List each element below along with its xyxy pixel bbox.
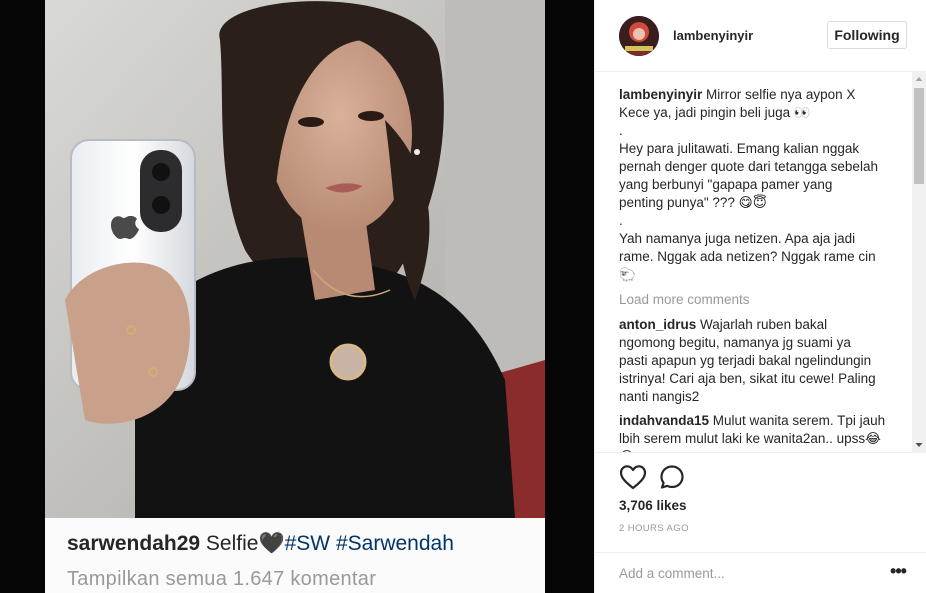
caption-line: pernah denger quote dari tetangga sebela…: [619, 159, 878, 174]
avatar-image: [619, 16, 659, 56]
comment-line: ngomong begitu, namanya jg suami ya: [619, 335, 851, 350]
caption-line: penting punya" ??? 😋😇: [619, 195, 767, 210]
post-photo[interactable]: [45, 0, 545, 518]
comment-username[interactable]: indahvanda15: [619, 413, 709, 428]
comment-line: Mulut wanita serem. Tpi jauh: [712, 413, 886, 428]
more-options-icon[interactable]: •••: [887, 561, 909, 585]
post-actions: 3,706 likes 2 HOURS AGO: [595, 452, 926, 552]
embedded-caption-line: sarwendah29 Selfie🖤#SW #Sarwendah: [67, 532, 454, 556]
comment-first-line: indahvanda15 Mulut wanita serem. Tpi jau…: [619, 412, 895, 430]
caption-line: Hey para julitawati. Emang kalian nggak: [619, 141, 860, 156]
caption-username[interactable]: lambenyinyir: [619, 87, 702, 102]
header-username[interactable]: lambenyinyir: [673, 28, 753, 43]
comment-first-line: anton_idrus Wajarlah ruben bakal: [619, 316, 895, 334]
caption-line: .: [619, 123, 623, 138]
caption-line: rame. Nggak ada netizen? Nggak rame cin: [619, 249, 876, 264]
comments-content: lambenyinyir Mirror selfie nya aypon X K…: [619, 86, 895, 452]
caption-line: Yah namanya juga netizen. Apa aja jadi: [619, 231, 856, 246]
caption-line: .: [619, 213, 623, 228]
add-comment-bar: •••: [595, 552, 926, 593]
instagram-post-page: sarwendah29 Selfie🖤#SW #Sarwendah Tampil…: [0, 0, 926, 593]
scroll-down-arrow-icon[interactable]: [912, 438, 926, 452]
embedded-hashtag-sarwendah: #Sarwendah: [335, 532, 454, 555]
comment-line: istrinya! Cari aja ben, sikat itu cewe! …: [619, 371, 876, 386]
selfie-illustration: [45, 0, 545, 518]
black-heart-emoji: 🖤: [258, 532, 285, 555]
caption-line: Mirror selfie nya aypon X: [706, 87, 856, 102]
comment-line: pasti apapun yg terjadi bakal ngelindung…: [619, 353, 872, 368]
embedded-hashtag-sw: #SW: [284, 532, 331, 555]
caption-line: 🐑: [619, 267, 636, 282]
post-media-area: sarwendah29 Selfie🖤#SW #Sarwendah Tampil…: [0, 0, 594, 593]
embedded-username: sarwendah29: [67, 532, 201, 555]
scrollbar-thumb[interactable]: [914, 88, 924, 184]
heart-outline-icon[interactable]: [619, 464, 647, 490]
speech-bubble-icon[interactable]: [659, 464, 685, 490]
embedded-caption-text: Selfie: [200, 532, 259, 555]
caption-line: yang berbunyi "gapapa pamer yang: [619, 177, 833, 192]
add-comment-input[interactable]: [619, 562, 859, 584]
caption-first-line: lambenyinyir Mirror selfie nya aypon X: [619, 86, 895, 104]
post-image-frame: sarwendah29 Selfie🖤#SW #Sarwendah Tampil…: [45, 0, 545, 593]
post-timestamp[interactable]: 2 HOURS AGO: [619, 523, 689, 534]
comments-list[interactable]: lambenyinyir Mirror selfie nya aypon X K…: [595, 72, 926, 452]
post-side-panel: lambenyinyir Following lambenyinyir Mirr…: [594, 0, 926, 593]
embedded-caption-bar: sarwendah29 Selfie🖤#SW #Sarwendah Tampil…: [45, 518, 545, 593]
comment-line: lbih serem mulut laki ke wanita2an.. ups…: [619, 431, 881, 446]
scroll-up-arrow-icon[interactable]: [912, 72, 926, 86]
caption-comment: lambenyinyir Mirror selfie nya aypon X K…: [619, 86, 895, 284]
comment-line: nanti nangis2: [619, 389, 700, 404]
caption-line: Kece ya, jadi pingin beli juga 👀: [619, 105, 811, 120]
comment-line: Wajarlah ruben bakal: [700, 317, 828, 332]
comments-scrollbar[interactable]: [912, 72, 926, 452]
load-more-comments-link[interactable]: Load more comments: [619, 291, 895, 309]
likes-count[interactable]: 3,706 likes: [619, 498, 687, 513]
following-button[interactable]: Following: [827, 21, 907, 49]
embedded-view-all-comments: Tampilkan semua 1.647 komentar: [67, 568, 377, 590]
list-item: anton_idrus Wajarlah ruben bakal ngomong…: [619, 316, 895, 406]
avatar[interactable]: [619, 16, 659, 56]
comment-username[interactable]: anton_idrus: [619, 317, 696, 332]
list-item: indahvanda15 Mulut wanita serem. Tpi jau…: [619, 412, 895, 452]
post-header: lambenyinyir Following: [595, 0, 926, 72]
